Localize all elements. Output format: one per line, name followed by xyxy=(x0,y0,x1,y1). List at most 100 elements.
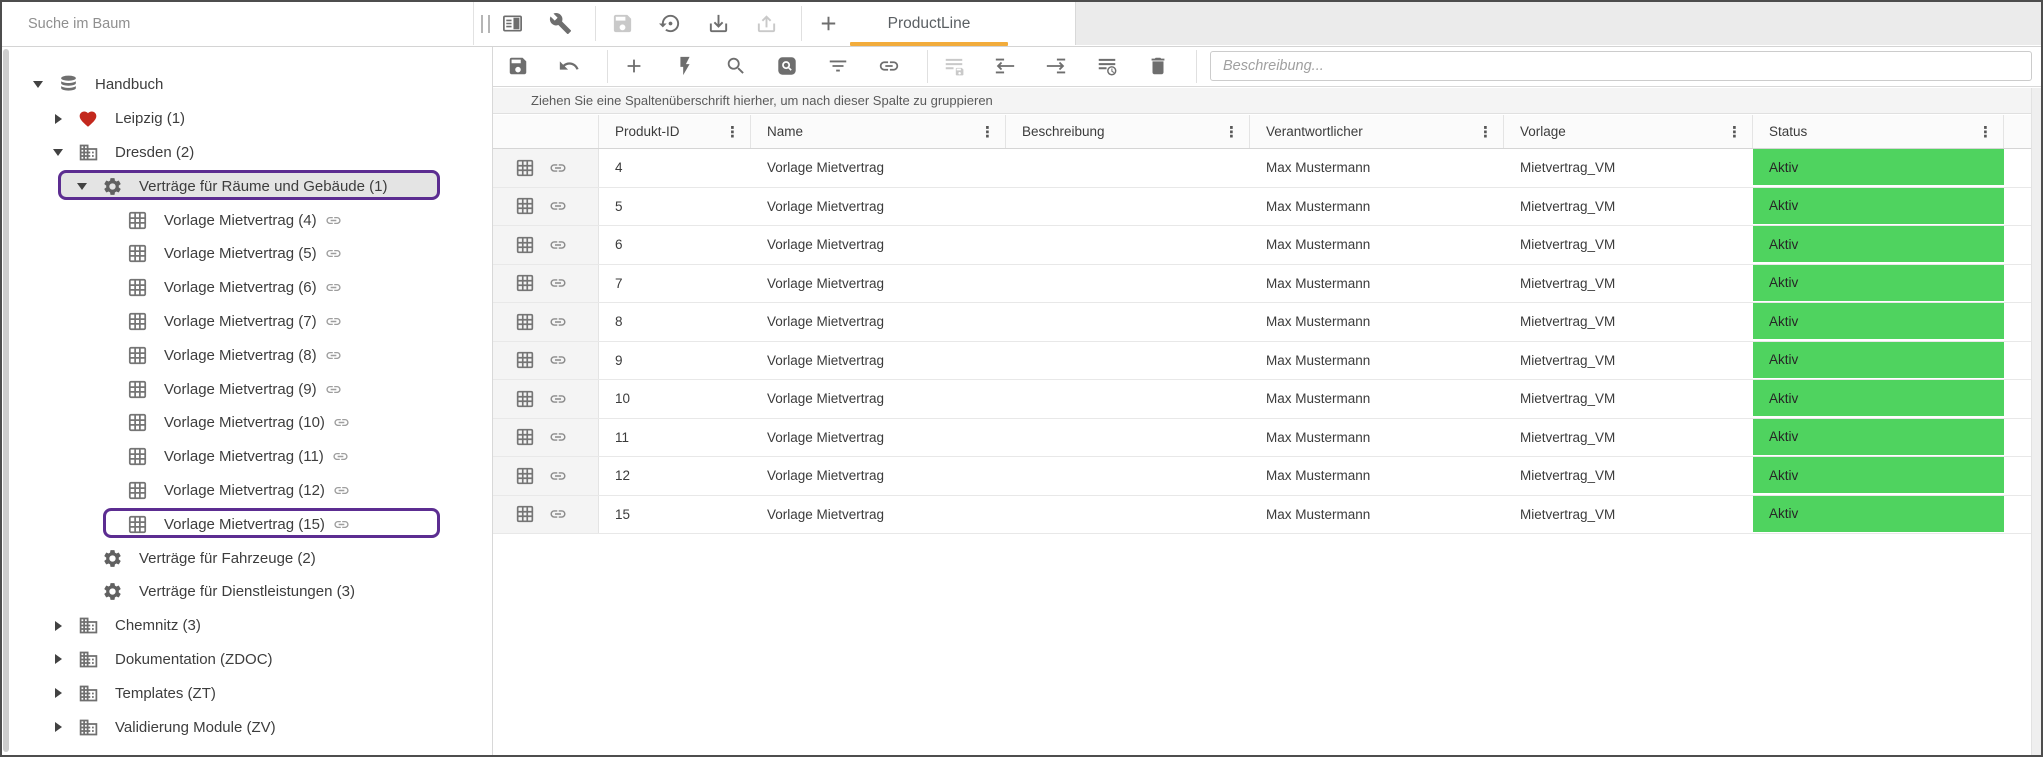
expand-arrow-right-icon[interactable] xyxy=(52,114,64,124)
tab-productline[interactable]: ProductLine xyxy=(848,2,1010,45)
search-button[interactable] xyxy=(723,54,748,79)
table-row[interactable]: 8Vorlage MietvertragMax MustermannMietve… xyxy=(493,303,2031,342)
tree-item[interactable]: Chemnitz (3) xyxy=(2,609,492,643)
open-table-button[interactable] xyxy=(515,235,535,255)
download-button[interactable] xyxy=(705,11,731,37)
open-table-button[interactable] xyxy=(515,466,535,486)
column-header-beschreibung[interactable]: Beschreibung⋮ xyxy=(1006,115,1250,148)
expand-arrow-down-icon[interactable] xyxy=(52,149,64,156)
link-button[interactable] xyxy=(549,351,567,369)
filter-button[interactable] xyxy=(825,54,850,79)
tree-item[interactable]: Leipzig (1) xyxy=(2,102,492,136)
link-button[interactable] xyxy=(549,274,567,292)
table-row[interactable]: 6Vorlage MietvertragMax MustermannMietve… xyxy=(493,226,2031,265)
vertical-scrollbar-gutter[interactable] xyxy=(2031,88,2041,755)
open-table-button[interactable] xyxy=(515,273,535,293)
column-menu-icon[interactable]: ⋮ xyxy=(978,123,997,141)
column-menu-icon[interactable]: ⋮ xyxy=(1222,123,1241,141)
open-table-button[interactable] xyxy=(515,427,535,447)
expand-right-button[interactable] xyxy=(1043,54,1068,79)
tree-item[interactable]: Vorlage Mietvertrag (12) xyxy=(2,474,492,508)
tree-item[interactable]: Vorlage Mietvertrag (4) xyxy=(2,203,492,237)
open-table-button[interactable] xyxy=(515,158,535,178)
tree-item-label: Templates (ZT) xyxy=(115,685,216,702)
description-filter-input[interactable] xyxy=(1210,51,2032,81)
link-icon xyxy=(332,448,349,465)
add-tab-button[interactable] xyxy=(815,11,841,37)
expand-arrow-right-icon[interactable] xyxy=(52,722,64,732)
save-button[interactable] xyxy=(505,54,530,79)
tree-item[interactable]: Vorlage Mietvertrag (7) xyxy=(2,305,492,339)
table-row[interactable]: 4Vorlage MietvertragMax MustermannMietve… xyxy=(493,149,2031,188)
tree-item[interactable]: Validierung Module (ZV) xyxy=(2,710,492,744)
column-menu-icon[interactable]: ⋮ xyxy=(723,123,742,141)
table-row[interactable]: 12Vorlage MietvertragMax MustermannMietv… xyxy=(493,457,2031,496)
table-row[interactable]: 7Vorlage MietvertragMax MustermannMietve… xyxy=(493,265,2031,304)
tree-item[interactable]: Vorlage Mietvertrag (9) xyxy=(2,372,492,406)
link-button[interactable] xyxy=(549,505,567,523)
wrench-button[interactable] xyxy=(547,11,573,37)
open-table-button[interactable] xyxy=(515,389,535,409)
column-header-status[interactable]: Status⋮ xyxy=(1753,115,2004,148)
expand-arrow-down-icon[interactable] xyxy=(76,183,88,190)
add-row-button[interactable] xyxy=(621,54,646,79)
expand-arrow-right-icon[interactable] xyxy=(52,621,64,631)
column-header-produkt_id[interactable]: Produkt-ID⋮ xyxy=(599,115,751,148)
column-header-vorlage[interactable]: Vorlage⋮ xyxy=(1504,115,1753,148)
rows-history-button[interactable] xyxy=(1094,54,1119,79)
expand-arrow-right-icon[interactable] xyxy=(52,688,64,698)
open-table-button[interactable] xyxy=(515,350,535,370)
table-row[interactable]: 9Vorlage MietvertragMax MustermannMietve… xyxy=(493,342,2031,381)
group-by-bar[interactable]: Ziehen Sie eine Spaltenüberschrift hierh… xyxy=(493,88,2031,114)
tree-item[interactable]: Handbuch xyxy=(2,68,492,102)
link-button[interactable] xyxy=(549,236,567,254)
open-table-button[interactable] xyxy=(515,312,535,332)
tree-item[interactable]: Vorlage Mietvertrag (8) xyxy=(2,338,492,372)
tree-item[interactable]: Vorlage Mietvertrag (5) xyxy=(2,237,492,271)
tree-item[interactable]: Vorlage Mietvertrag (15) xyxy=(2,507,492,541)
table-row[interactable]: 5Vorlage MietvertragMax MustermannMietve… xyxy=(493,188,2031,227)
restore-button[interactable] xyxy=(657,11,683,37)
expand-arrow-down-icon[interactable] xyxy=(32,81,44,88)
collapse-left-button[interactable] xyxy=(992,54,1017,79)
panel-splitter-handle[interactable] xyxy=(478,14,492,34)
column-header-label: Beschreibung xyxy=(1022,124,1222,139)
link-button[interactable] xyxy=(549,428,567,446)
open-table-button[interactable] xyxy=(515,504,535,524)
cell-name: Vorlage Mietvertrag xyxy=(751,457,1006,495)
table-row[interactable]: 11Vorlage MietvertragMax MustermannMietv… xyxy=(493,419,2031,458)
open-table-button[interactable] xyxy=(515,196,535,216)
layout-panel-button[interactable] xyxy=(499,11,525,37)
column-header-verantwortlicher[interactable]: Verantwortlicher⋮ xyxy=(1250,115,1504,148)
column-header-name[interactable]: Name⋮ xyxy=(751,115,1006,148)
tree-item[interactable]: Dokumentation (ZDOC) xyxy=(2,643,492,677)
delete-button[interactable] xyxy=(1145,54,1170,79)
tree-item[interactable]: Verträge für Räume und Gebäude (1) xyxy=(2,169,492,203)
tree-item[interactable]: Dresden (2) xyxy=(2,136,492,170)
tree-item[interactable]: Vorlage Mietvertrag (10) xyxy=(2,406,492,440)
tree-search-input[interactable] xyxy=(2,2,473,45)
tree-item[interactable]: Verträge für Fahrzeuge (2) xyxy=(2,541,492,575)
column-menu-icon[interactable]: ⋮ xyxy=(1725,123,1744,141)
tree-item[interactable]: Templates (ZT) xyxy=(2,676,492,710)
column-menu-icon[interactable]: ⋮ xyxy=(1976,123,1995,141)
link-button[interactable] xyxy=(876,54,901,79)
tree-item[interactable]: Verträge für Dienstleistungen (3) xyxy=(2,575,492,609)
column-menu-icon[interactable]: ⋮ xyxy=(1476,123,1495,141)
link-button[interactable] xyxy=(549,467,567,485)
undo-icon xyxy=(558,55,580,77)
table-row[interactable]: 15Vorlage MietvertragMax MustermannMietv… xyxy=(493,496,2031,535)
link-button[interactable] xyxy=(549,159,567,177)
table-row[interactable]: 10Vorlage MietvertragMax MustermannMietv… xyxy=(493,380,2031,419)
flash-button[interactable] xyxy=(672,54,697,79)
search-grid-button[interactable] xyxy=(774,54,799,79)
link-button[interactable] xyxy=(549,313,567,331)
expand-arrow-right-icon[interactable] xyxy=(52,654,64,664)
undo-button[interactable] xyxy=(556,54,581,79)
link-button[interactable] xyxy=(549,390,567,408)
link-button[interactable] xyxy=(549,197,567,215)
grid-icon xyxy=(515,427,535,447)
tree-item[interactable]: Vorlage Mietvertrag (11) xyxy=(2,440,492,474)
tree-item[interactable]: Vorlage Mietvertrag (6) xyxy=(2,271,492,305)
cell-beschreibung xyxy=(1006,380,1250,418)
